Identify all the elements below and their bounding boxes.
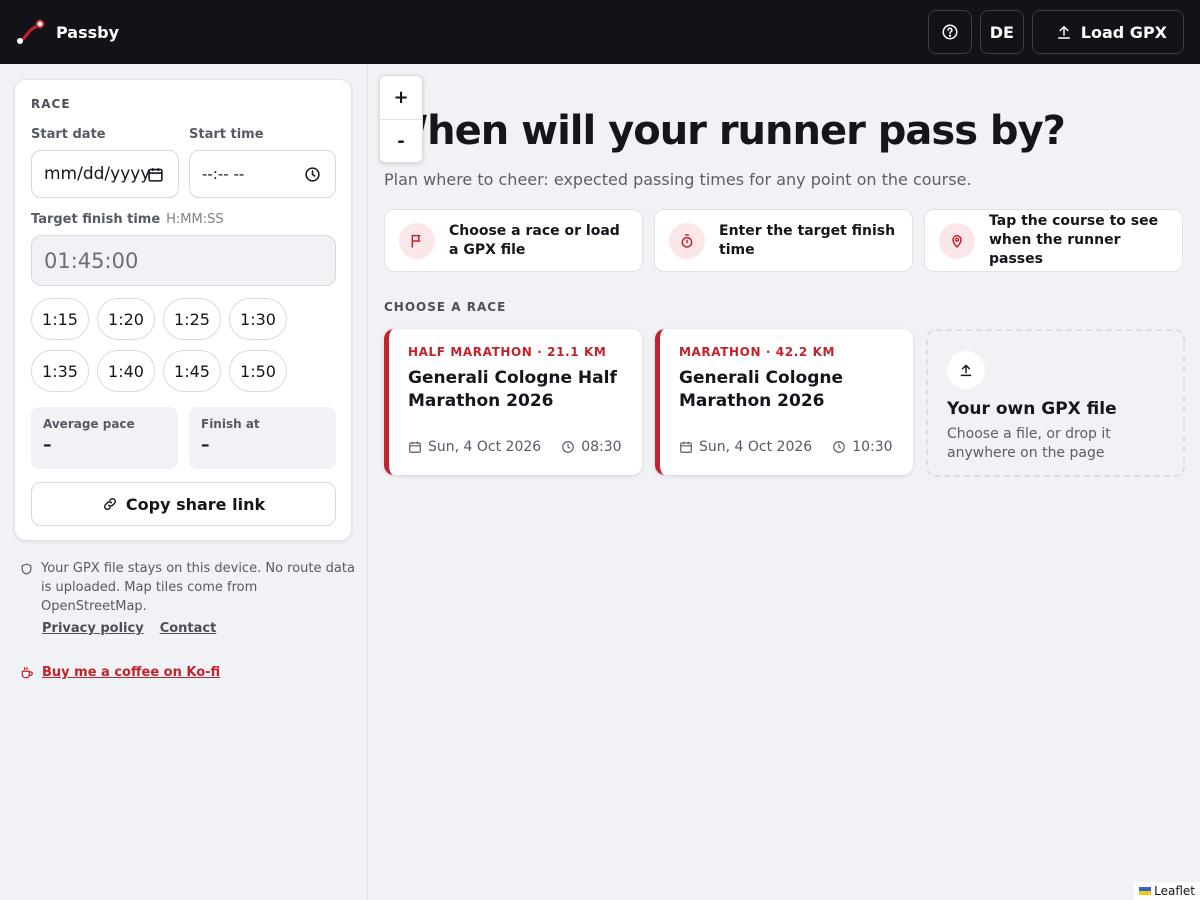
- race-card-half-marathon[interactable]: HALF MARATHON · 21.1 KM Generali Cologne…: [384, 329, 642, 475]
- race-type: MARATHON · 42.2 KM: [679, 345, 836, 359]
- race-date: Sun, 4 Oct 2026: [699, 439, 813, 455]
- start-time-input[interactable]: --:-- --: [189, 150, 336, 198]
- brand[interactable]: Passby: [16, 17, 119, 47]
- step-icon-wrap: [399, 222, 435, 259]
- start-date-input[interactable]: mm/dd/yyyy: [31, 150, 179, 198]
- page-title: When will your runner pass by?: [384, 108, 1066, 154]
- attribution-text: Leaflet: [1154, 884, 1195, 898]
- race-type: HALF MARATHON · 21.1 KM: [408, 345, 607, 359]
- race-name: Generali Cologne Half Marathon 2026: [408, 368, 617, 411]
- race-time: 10:30: [852, 439, 893, 455]
- step-card: Enter the target finish time: [654, 209, 913, 272]
- step-card: Choose a race or load a GPX file: [384, 209, 643, 272]
- map-pin-icon: [952, 234, 962, 248]
- step-icon-wrap: [669, 222, 705, 259]
- gpx-card-description: Choose a file, or drop it anywhere on th…: [947, 426, 1111, 461]
- zoom-in-button[interactable]: +: [380, 76, 422, 119]
- shield-icon: [21, 563, 32, 575]
- ukraine-flag-icon: [1139, 887, 1152, 895]
- finish-chip[interactable]: 1:45: [163, 350, 221, 392]
- target-finish-hint: H:MM:SS: [166, 212, 224, 227]
- gpx-card-title: Your own GPX file: [947, 399, 1117, 419]
- kofi-row: Buy me a coffee on Ko-fi: [20, 665, 220, 680]
- start-date-label: Start date: [31, 127, 106, 142]
- average-pace-label: Average pace: [43, 417, 135, 431]
- finish-chip[interactable]: 1:30: [229, 298, 287, 340]
- target-finish-label: Target finish time H:MM:SS: [31, 212, 224, 227]
- race-card-marathon[interactable]: MARATHON · 42.2 KM Generali Cologne Mara…: [655, 329, 913, 475]
- steps-row: Choose a race or load a GPX file Enter t…: [384, 209, 1183, 272]
- map-attribution[interactable]: Leaflet: [1134, 882, 1200, 900]
- privacy-note: Your GPX file stays on this device. No r…: [20, 559, 355, 616]
- calendar-icon: [409, 441, 421, 453]
- step-card: Tap the course to see when the runner pa…: [924, 209, 1183, 272]
- load-gpx-label: Load GPX: [1080, 22, 1167, 42]
- top-actions: DE Load GPX: [927, 10, 1184, 54]
- copy-share-link-label: Copy share link: [125, 494, 266, 514]
- target-finish-input[interactable]: 01:45:00: [31, 235, 336, 286]
- page-subtitle: Plan where to cheer: expected passing ti…: [384, 170, 972, 189]
- help-circle-icon: [942, 24, 958, 40]
- choose-race-label: CHOOSE A RACE: [384, 300, 507, 314]
- copy-share-link-button[interactable]: Copy share link: [31, 482, 336, 526]
- step-text: Choose a race or load a GPX file: [449, 222, 620, 258]
- link-icon: [103, 498, 116, 510]
- finish-chip[interactable]: 1:40: [97, 350, 155, 392]
- calendar-icon: [680, 441, 692, 453]
- clock-icon: [833, 441, 846, 453]
- clock-icon[interactable]: [304, 166, 321, 183]
- own-gpx-card[interactable]: Your own GPX file Choose a file, or drop…: [926, 329, 1185, 477]
- coffee-cup-icon: [21, 666, 33, 678]
- privacy-text: Your GPX file stays on this device. No r…: [41, 561, 355, 614]
- start-time-label: Start time: [189, 127, 264, 142]
- finish-chip[interactable]: 1:50: [229, 350, 287, 392]
- load-gpx-button[interactable]: Load GPX: [1031, 10, 1184, 54]
- average-pace-value: –: [43, 435, 52, 455]
- finish-at-label: Finish at: [201, 417, 260, 431]
- finish-chip[interactable]: 1:25: [163, 298, 221, 340]
- start-time-value: --:-- --: [202, 165, 245, 183]
- step-icon-wrap: [939, 222, 975, 259]
- step-text: Enter the target finish time: [719, 222, 896, 258]
- race-name: Generali Cologne Marathon 2026: [679, 368, 844, 411]
- privacy-policy-link[interactable]: Privacy policy: [42, 621, 144, 636]
- upload-icon: [1057, 26, 1070, 39]
- stopwatch-icon: [681, 233, 693, 248]
- finish-chip[interactable]: 1:15: [31, 298, 89, 340]
- race-time: 08:30: [581, 439, 622, 455]
- race-date: Sun, 4 Oct 2026: [428, 439, 542, 455]
- map-area[interactable]: + - When will your runner pass by? Plan …: [369, 64, 1200, 900]
- average-pace-box: Average pace –: [31, 407, 178, 469]
- finish-chip[interactable]: 1:35: [31, 350, 89, 392]
- language-button[interactable]: DE: [979, 10, 1024, 54]
- race-panel: RACE Start date mm/dd/yyyy Start time --…: [14, 79, 352, 541]
- start-date-value: mm/dd/yyyy: [44, 164, 151, 184]
- target-finish-value: 01:45:00: [44, 248, 139, 273]
- step-text: Tap the course to see when the runner pa…: [989, 213, 1159, 267]
- help-button[interactable]: [927, 10, 972, 54]
- calendar-icon[interactable]: [147, 166, 164, 183]
- language-label: DE: [989, 22, 1014, 42]
- race-meta: Sun, 4 Oct 2026 08:30: [408, 439, 622, 455]
- race-list: HALF MARATHON · 21.1 KM Generali Cologne…: [384, 329, 1185, 477]
- sidebar: RACE Start date mm/dd/yyyy Start time --…: [0, 64, 368, 900]
- top-bar: Passby DE Load GPX: [0, 0, 1200, 64]
- finish-at-value: –: [201, 435, 210, 455]
- app-name: Passby: [56, 22, 120, 42]
- kofi-link[interactable]: Buy me a coffee on Ko-fi: [42, 665, 220, 680]
- zoom-out-button[interactable]: -: [380, 119, 422, 162]
- gpx-icon-wrap: [947, 351, 985, 389]
- upload-icon: [960, 364, 972, 377]
- contact-link[interactable]: Contact: [160, 621, 217, 636]
- race-panel-title: RACE: [31, 97, 71, 111]
- zoom-control: + -: [379, 75, 423, 163]
- finish-chip[interactable]: 1:20: [97, 298, 155, 340]
- footer-links: Privacy policy Contact: [42, 621, 216, 636]
- target-finish-label-text: Target finish time: [31, 212, 161, 227]
- clock-icon: [562, 441, 575, 453]
- flag-icon: [411, 234, 421, 248]
- finish-at-box: Finish at –: [189, 407, 336, 469]
- logo-icon: [17, 19, 45, 44]
- race-meta: Sun, 4 Oct 2026 10:30: [679, 439, 893, 455]
